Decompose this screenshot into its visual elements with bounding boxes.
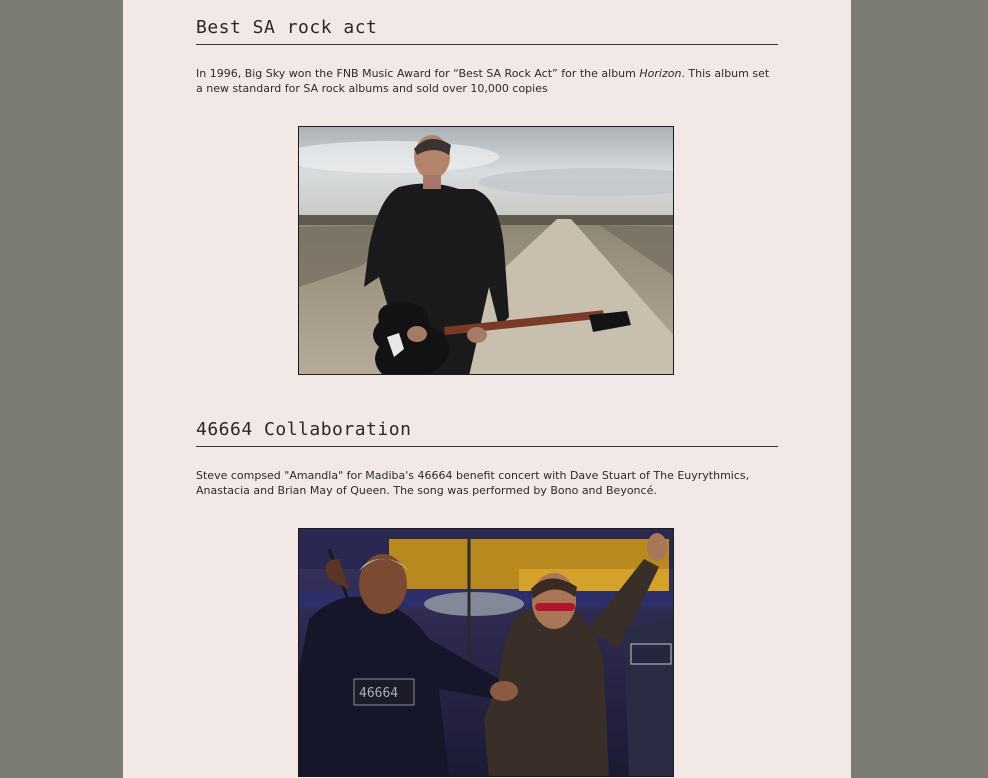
guitarist-road-photo [298,126,674,375]
section-paragraph: Steve compsed "Amandla" for Madiba's 466… [196,469,750,497]
page-column: Best SA rock act In 1996, Big Sky won th… [123,0,851,778]
paragraph-text-start: In 1996, Big Sky won the FNB Music Award… [196,67,640,80]
section-46664-collaboration: 46664 Collaboration Steve compsed "Amand… [196,419,778,498]
album-title: Horizon [639,67,682,80]
section-paragraph: In 1996, Big Sky won the FNB Music Award… [196,66,778,96]
concert-stage-photo: 46664 [298,528,674,777]
svg-text:46664: 46664 [359,686,398,701]
section-best-sa-rock-act: Best SA rock act In 1996, Big Sky won th… [196,17,778,96]
section-heading: Best SA rock act [196,17,778,45]
section-heading: 46664 Collaboration [196,419,778,447]
